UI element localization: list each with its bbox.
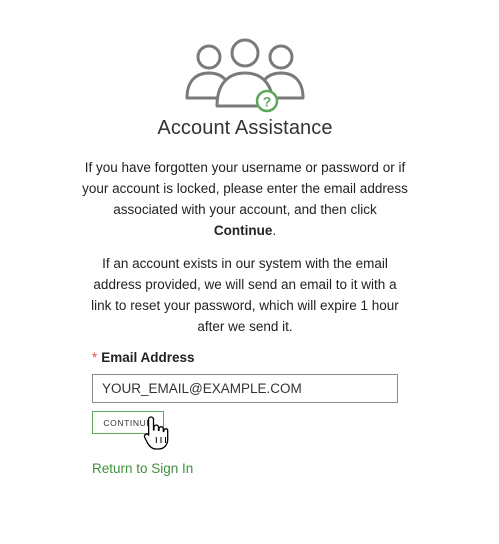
svg-text:?: ? (263, 94, 272, 110)
instructions-paragraph-1: If you have forgotten your username or p… (82, 157, 408, 241)
return-to-sign-in-link[interactable]: Return to Sign In (92, 461, 193, 476)
email-field[interactable] (92, 374, 398, 403)
instructions-period: . (272, 223, 277, 238)
required-marker: * (92, 350, 98, 365)
email-label: * Email Address (92, 350, 195, 365)
continue-emphasis: Continue (213, 223, 273, 238)
email-label-text: Email Address (101, 350, 195, 365)
users-question-icon: ? (185, 38, 305, 113)
continue-button[interactable]: CONTINUE (92, 411, 164, 434)
page-title: Account Assistance (157, 117, 333, 139)
instructions-text: If you have forgotten your username or p… (82, 160, 408, 217)
instructions-paragraph-2: If an account exists in our system with … (91, 256, 399, 334)
